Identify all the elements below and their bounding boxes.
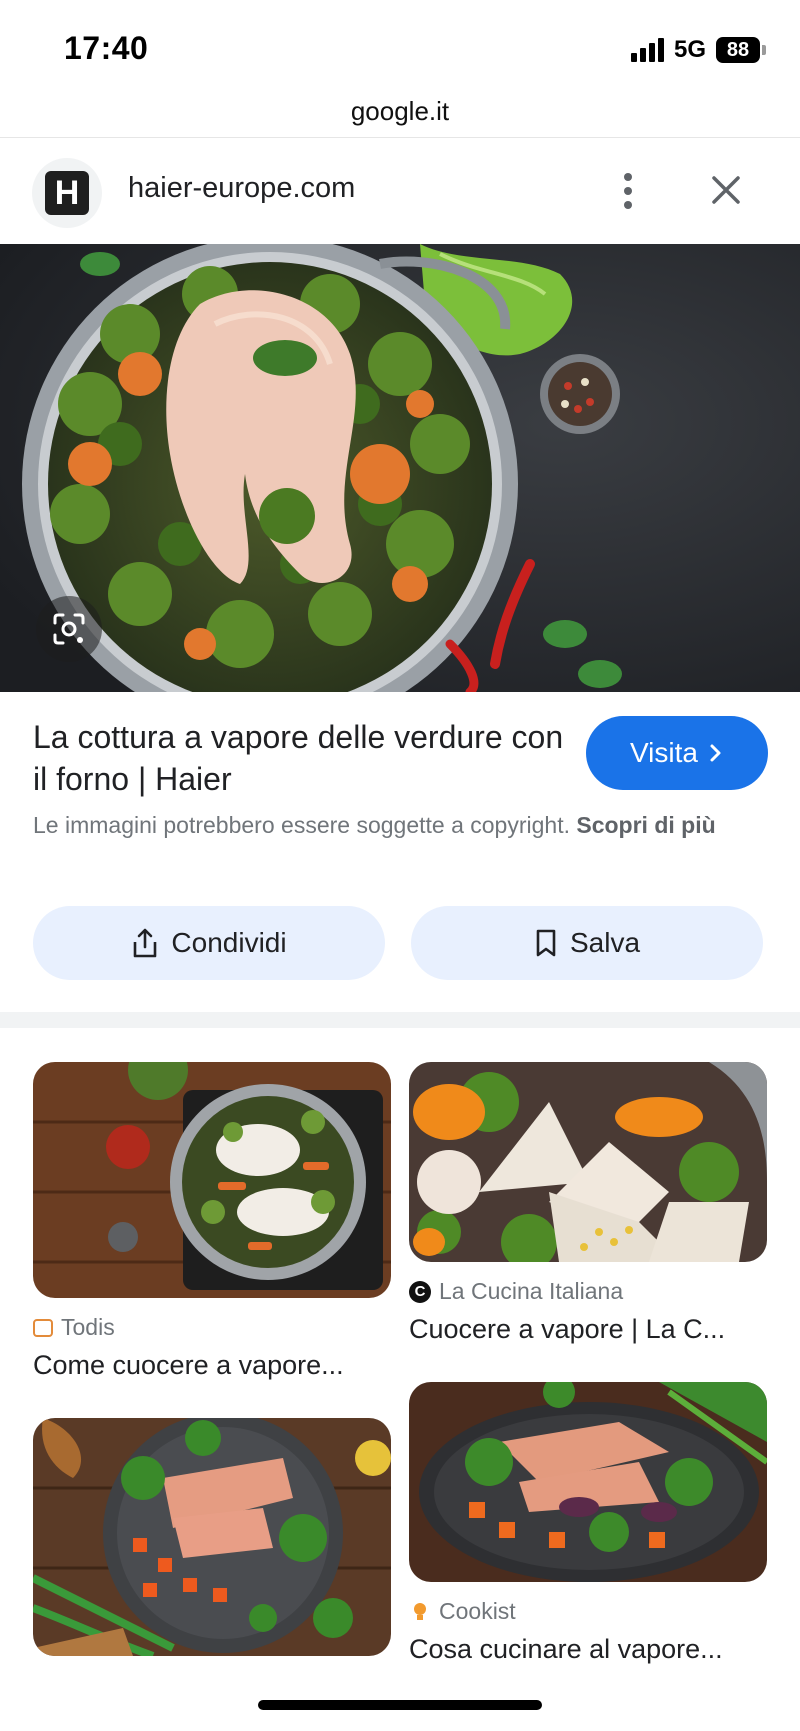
learn-more-link[interactable]: Scopri di più [576, 812, 715, 838]
share-label: Condividi [171, 927, 287, 958]
related-source-1-label: Todis [61, 1314, 115, 1340]
site-name[interactable]: haier-europe.com [128, 172, 355, 205]
status-time: 17:40 [64, 30, 149, 66]
related-image-2[interactable] [409, 1062, 767, 1262]
related-image-3[interactable] [33, 1418, 391, 1656]
related-image-4[interactable] [409, 1382, 767, 1582]
share-button[interactable]: Condividi [33, 906, 385, 980]
related-photo-4 [409, 1382, 767, 1582]
salmon-vegetables-photo [0, 244, 800, 692]
battery-level: 88 [726, 38, 750, 61]
status-indicators: 5G 88 [630, 36, 766, 64]
todis-logo-icon [33, 1318, 53, 1337]
related-source-2: C La Cucina Italiana [409, 1278, 623, 1305]
related-source-4-label: Cookist [439, 1598, 516, 1624]
copyright-notice: Le immagini potrebbero essere soggette a… [33, 808, 753, 842]
related-photo-3 [33, 1418, 391, 1656]
related-image-1[interactable] [33, 1062, 391, 1298]
home-indicator[interactable] [258, 1700, 542, 1710]
status-bar: 17:40 5G 88 [0, 0, 800, 92]
more-vert-icon[interactable] [608, 166, 648, 216]
url-bar[interactable]: google.it [0, 92, 800, 138]
section-divider [0, 1012, 800, 1028]
share-icon [134, 928, 157, 958]
battery-tip [762, 45, 766, 55]
copyright-text: Le immagini potrebbero essere soggette a… [33, 812, 570, 838]
google-lens-button[interactable] [36, 596, 102, 662]
visit-label: Visita [630, 737, 698, 768]
result-title[interactable]: La cottura a vapore delle verdure con il… [33, 716, 573, 800]
google-lens-icon [53, 613, 85, 645]
signal-icon [630, 38, 664, 62]
haier-logo-icon: H [45, 171, 89, 215]
related-photo-1 [33, 1062, 391, 1298]
save-button[interactable]: Salva [411, 906, 763, 980]
related-title-2[interactable]: Cuocere a vapore | La C... [409, 1314, 761, 1345]
close-icon[interactable] [700, 164, 752, 216]
related-source-4: Cookist [409, 1598, 516, 1625]
network-type: 5G [673, 36, 706, 63]
save-label: Salva [569, 927, 641, 958]
la-cucina-italiana-logo-icon: C [409, 1280, 431, 1303]
related-title-1[interactable]: Come cuocere a vapore... [33, 1350, 383, 1381]
site-header: H haier-europe.com [0, 140, 800, 244]
chevron-right-icon [710, 744, 721, 762]
cookist-logo-icon [409, 1600, 431, 1623]
site-favicon: H [32, 158, 102, 228]
battery-icon: 88 [716, 37, 760, 63]
main-result-image[interactable] [0, 244, 800, 692]
related-title-4[interactable]: Cosa cucinare al vapore... [409, 1634, 761, 1666]
bookmark-icon [536, 929, 556, 957]
related-photo-2 [409, 1062, 767, 1262]
visit-button[interactable]: Visita [586, 716, 768, 790]
related-source-2-label: La Cucina Italiana [439, 1278, 624, 1304]
related-source-1: Todis [33, 1314, 115, 1341]
